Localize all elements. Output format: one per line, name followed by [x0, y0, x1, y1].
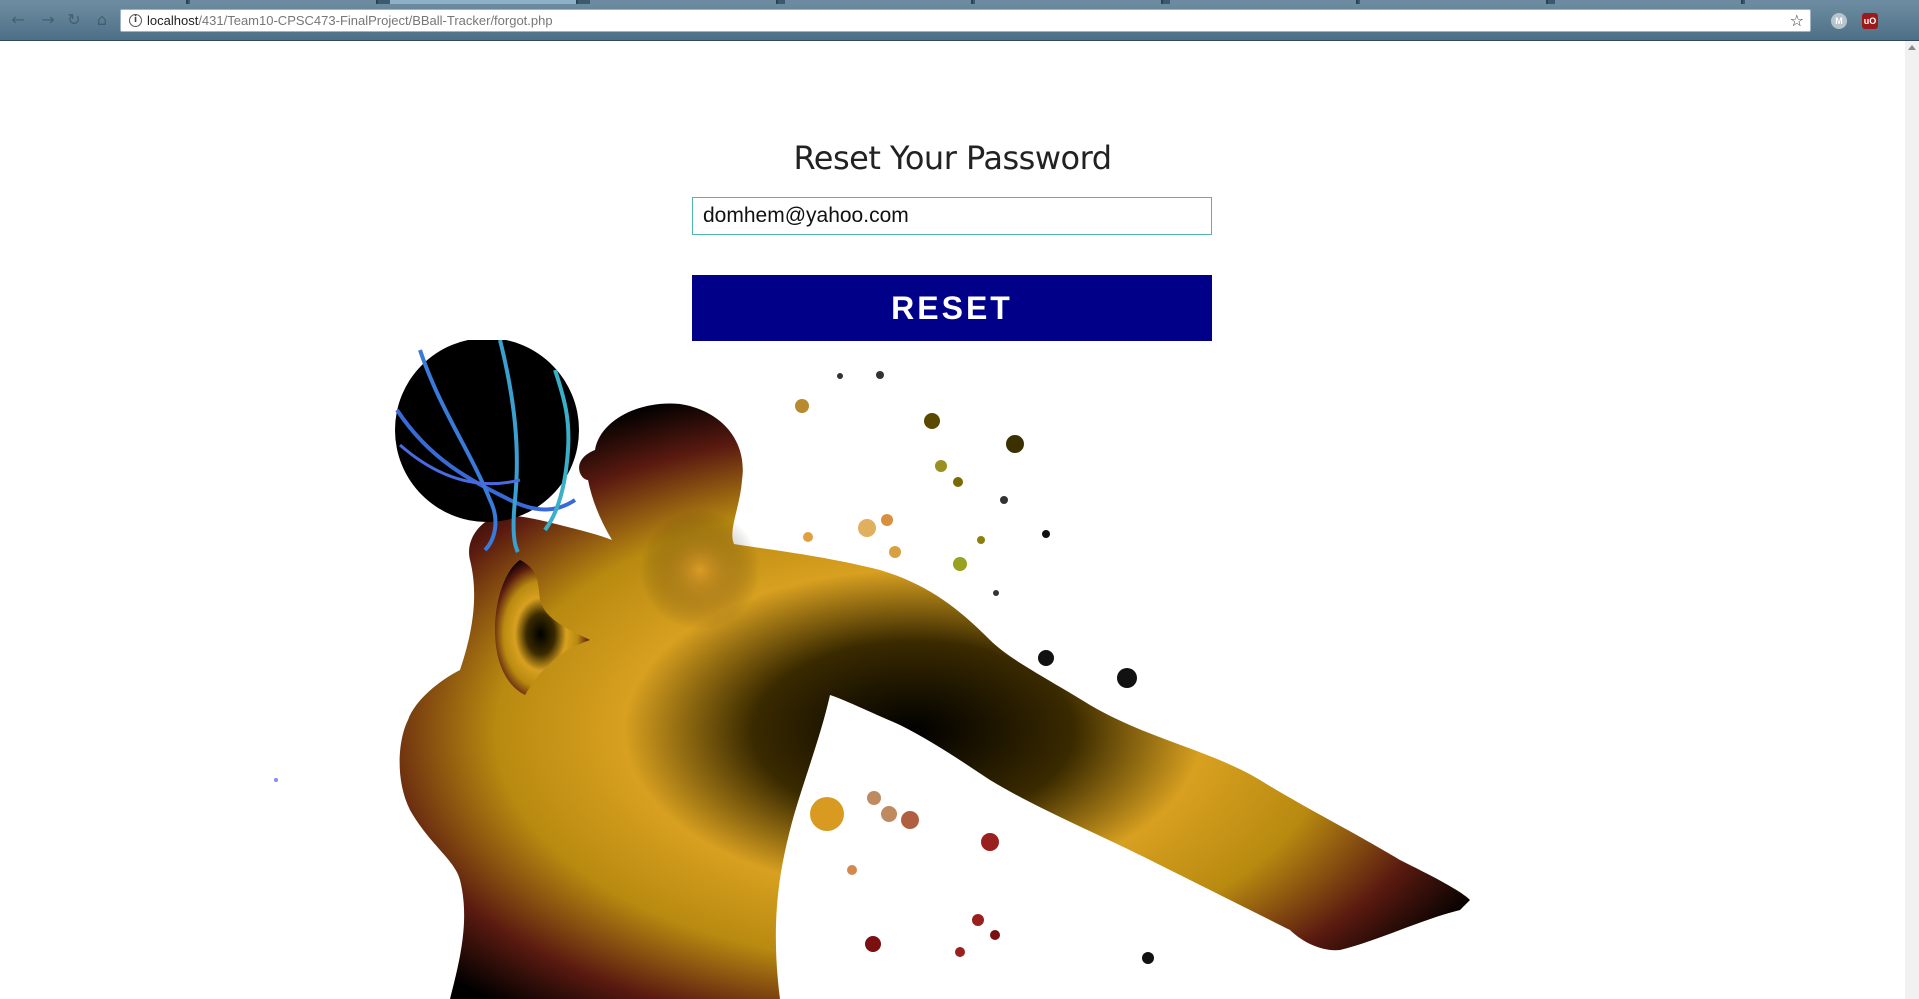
page-scrollbar[interactable]: [1905, 41, 1919, 999]
ublock-icon[interactable]: uO: [1862, 13, 1878, 29]
browser-tab[interactable]: [1745, 0, 1919, 4]
page-title: Reset Your Password: [793, 139, 1112, 178]
browser-tab[interactable]: [785, 0, 973, 4]
reload-icon[interactable]: ↻: [64, 10, 84, 30]
browser-tab[interactable]: [190, 0, 378, 4]
url-text[interactable]: localhost/431/Team10-CPSC473-FinalProjec…: [147, 13, 553, 28]
browser-tab[interactable]: [1170, 0, 1358, 4]
home-icon[interactable]: ⌂: [92, 10, 112, 30]
browser-tab[interactable]: [1555, 0, 1743, 4]
forward-arrow-icon[interactable]: →: [38, 10, 58, 30]
browser-tab[interactable]: [975, 0, 1163, 4]
star-icon[interactable]: ☆: [1790, 11, 1804, 30]
basketball-icon: [395, 340, 579, 553]
browser-tab[interactable]: [0, 0, 188, 4]
email-input[interactable]: [692, 197, 1212, 235]
reset-button[interactable]: RESET: [692, 275, 1212, 341]
basketball-player-illustration: [274, 340, 1470, 999]
extension-m-icon[interactable]: M: [1831, 13, 1847, 29]
url-host: localhost: [147, 13, 199, 28]
browser-tab[interactable]: [1360, 0, 1548, 4]
back-arrow-icon[interactable]: ←: [8, 10, 28, 30]
tab-strip: [0, 0, 1919, 4]
url-path: /431/Team10-CPSC473-FinalProject/BBall-T…: [198, 13, 553, 28]
browser-tab-active[interactable]: [390, 0, 578, 4]
info-icon[interactable]: i: [129, 14, 142, 27]
browser-tab[interactable]: [590, 0, 778, 4]
browser-toolbar: ← → ↻ ⌂ i localhost/431/Team10-CPSC473-F…: [0, 0, 1919, 41]
address-bar[interactable]: i localhost/431/Team10-CPSC473-FinalProj…: [120, 9, 1811, 32]
scroll-up-arrow-icon[interactable]: [1908, 45, 1916, 50]
